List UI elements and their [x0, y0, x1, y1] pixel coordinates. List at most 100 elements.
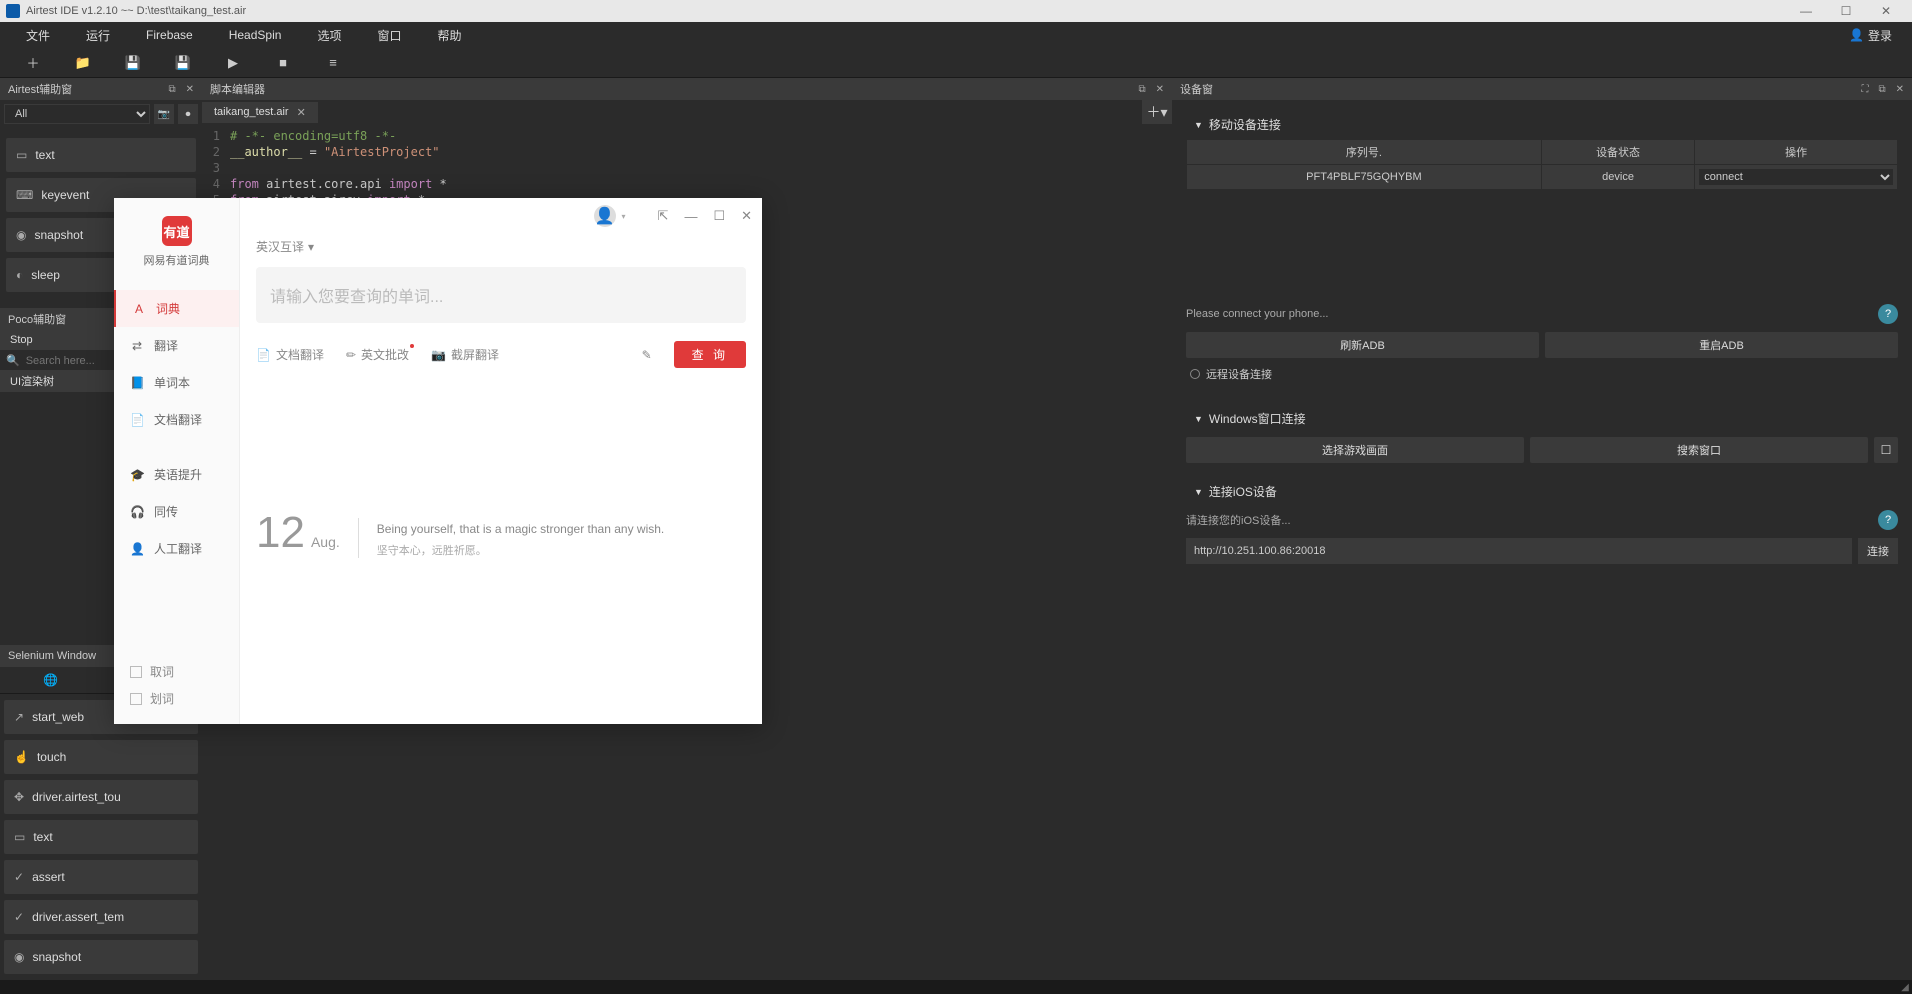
- col-status: 设备状态: [1541, 140, 1694, 165]
- devices-undock-icon[interactable]: ⧉: [1878, 84, 1885, 95]
- selenium-web-icon[interactable]: 🌐: [0, 667, 101, 693]
- camera-icon: 📷: [431, 348, 446, 362]
- editor-header: 脚本编辑器 ⧉ ✕: [202, 78, 1172, 100]
- ios-url-input[interactable]: [1186, 538, 1852, 564]
- devices-expand-icon[interactable]: ⛶: [1861, 84, 1868, 95]
- pencil-icon: ✏: [346, 348, 356, 362]
- login-button[interactable]: 👤 登录: [1837, 23, 1904, 48]
- selenium-item-text[interactable]: ▭text: [4, 820, 198, 854]
- run-button[interactable]: ▶: [208, 51, 258, 75]
- section-windows-header[interactable]: ▼Windows窗口连接: [1186, 404, 1898, 433]
- youdao-min-button[interactable]: —: [684, 209, 697, 224]
- menu-options[interactable]: 选项: [299, 23, 359, 48]
- menu-run[interactable]: 运行: [68, 23, 128, 48]
- check-scratch-word[interactable]: 划词: [130, 685, 223, 712]
- select-game-button[interactable]: 选择游戏画面: [1186, 437, 1524, 463]
- menu-headspin[interactable]: HeadSpin: [211, 24, 300, 46]
- ios-connect-button[interactable]: 连接: [1858, 538, 1898, 564]
- panel-close-icon[interactable]: ✕: [186, 84, 194, 95]
- toolbar: ＋ 📁 💾 💾 ▶ ■ ≡: [0, 48, 1912, 78]
- selenium-item-assert[interactable]: ✓assert: [4, 860, 198, 894]
- section-ios-header[interactable]: ▼连接iOS设备: [1186, 477, 1898, 506]
- aux-camera-icon[interactable]: 📷: [154, 104, 174, 124]
- tool-doc-translate[interactable]: 📄文档翻译: [256, 346, 324, 363]
- menu-window[interactable]: 窗口: [359, 23, 419, 48]
- quote-zh: 坚守本心，远胜祈愿。: [377, 542, 746, 558]
- quote-day: 12: [256, 508, 305, 558]
- nav-wordbook[interactable]: 📘单词本: [114, 364, 239, 401]
- col-serial: 序列号.: [1187, 140, 1542, 165]
- search-icon: 🔍: [6, 354, 20, 367]
- youdao-max-button[interactable]: ☐: [713, 208, 725, 224]
- youdao-logo-icon: 有道: [162, 216, 192, 246]
- stop-button[interactable]: ■: [258, 51, 308, 74]
- more-button[interactable]: ≡: [308, 51, 358, 74]
- device-connect-select[interactable]: connect: [1698, 168, 1894, 186]
- restart-adb-button[interactable]: 重启ADB: [1545, 332, 1898, 358]
- youdao-avatar[interactable]: 👤▾: [594, 205, 616, 227]
- panel-undock-icon[interactable]: ⧉: [168, 84, 175, 95]
- aux-filter-select[interactable]: All: [4, 104, 150, 124]
- ios-help-button[interactable]: ?: [1878, 510, 1898, 530]
- handwrite-icon[interactable]: ✎: [642, 348, 652, 362]
- new-tab-button[interactable]: ＋▾: [1142, 100, 1172, 124]
- selenium-item-touch[interactable]: ☝ touch: [4, 740, 198, 774]
- nav-human[interactable]: 👤人工翻译: [114, 530, 239, 567]
- save-button[interactable]: 💾: [108, 51, 158, 75]
- menu-firebase[interactable]: Firebase: [128, 24, 211, 46]
- nav-interp[interactable]: 🎧同传: [114, 493, 239, 530]
- tab-close-icon[interactable]: ✕: [297, 106, 306, 119]
- selenium-item-driver-assert_tem[interactable]: ✓driver.assert_tem: [4, 900, 198, 934]
- help-button[interactable]: ?: [1878, 304, 1898, 324]
- new-button[interactable]: ＋: [8, 49, 58, 76]
- saveall-button[interactable]: 💾: [158, 51, 208, 75]
- dict-icon: A: [132, 302, 146, 316]
- os-close-button[interactable]: ✕: [1866, 4, 1906, 18]
- menu-help[interactable]: 帮助: [419, 23, 479, 48]
- nav-translate[interactable]: ⇄翻译: [114, 327, 239, 364]
- aux-record-icon[interactable]: ⏺: [178, 104, 198, 124]
- refresh-adb-button[interactable]: 刷新ADB: [1186, 332, 1539, 358]
- editor-tab[interactable]: taikang_test.air ✕: [202, 102, 318, 123]
- nav-doc[interactable]: 📄文档翻译: [114, 401, 239, 438]
- search-window-button[interactable]: 搜索窗口: [1530, 437, 1868, 463]
- selenium-item-label: touch: [37, 750, 66, 764]
- remote-device-toggle[interactable]: 远程设备连接: [1186, 358, 1898, 390]
- selenium-item-snapshot[interactable]: ◉ snapshot: [4, 940, 198, 974]
- statusbar: ◢: [0, 980, 1912, 994]
- tool-writing[interactable]: ✏英文批改: [346, 346, 409, 363]
- open-button[interactable]: 📁: [58, 51, 108, 75]
- selenium-item-label: driver.airtest_tou: [32, 790, 121, 804]
- selenium-item-label: assert: [32, 870, 65, 884]
- window-extra-button[interactable]: ☐: [1874, 437, 1898, 463]
- selenium-item-driver-airtest_tou[interactable]: ✥driver.airtest_tou: [4, 780, 198, 814]
- editor-undock-icon[interactable]: ⧉: [1138, 84, 1145, 95]
- aux-item-text[interactable]: ▭text: [6, 138, 196, 172]
- resize-grip-icon[interactable]: ◢: [1898, 980, 1912, 994]
- code-line: # -*- encoding=utf8 -*-: [230, 128, 396, 144]
- tool-screenshot[interactable]: 📷截屏翻译: [431, 346, 499, 363]
- selenium-item-icon: ☝: [14, 750, 29, 764]
- quote-date: 12 Aug.: [256, 508, 340, 558]
- check-pick-word[interactable]: 取词: [130, 658, 223, 685]
- youdao-search-input[interactable]: 请输入您要查询的单词...: [256, 267, 746, 323]
- devices-title: 设备窗: [1180, 81, 1213, 97]
- menu-file[interactable]: 文件: [8, 23, 68, 48]
- selenium-item-label: snapshot: [32, 950, 81, 964]
- youdao-close-button[interactable]: ✕: [741, 208, 752, 224]
- lang-select[interactable]: 英汉互译▾: [240, 234, 762, 259]
- section-mobile-header[interactable]: ▼移动设备连接: [1186, 110, 1898, 139]
- nav-dict[interactable]: A词典: [114, 290, 239, 327]
- editor-close-icon[interactable]: ✕: [1156, 84, 1164, 95]
- nav-boost[interactable]: 🎓英语提升: [114, 456, 239, 493]
- device-row: PFT4PBLF75GQHYBM device connect: [1187, 165, 1898, 190]
- os-minimize-button[interactable]: —: [1786, 4, 1826, 18]
- youdao-ext-icon[interactable]: ⇱: [658, 208, 669, 224]
- selenium-item-icon: ✓: [14, 910, 24, 924]
- devices-close-icon[interactable]: ✕: [1896, 84, 1904, 95]
- selenium-item-icon: ◉: [14, 950, 24, 964]
- query-button[interactable]: 查 询: [674, 341, 746, 368]
- device-status: device: [1541, 165, 1694, 190]
- os-maximize-button[interactable]: ☐: [1826, 4, 1866, 18]
- doc-icon: 📄: [130, 413, 144, 427]
